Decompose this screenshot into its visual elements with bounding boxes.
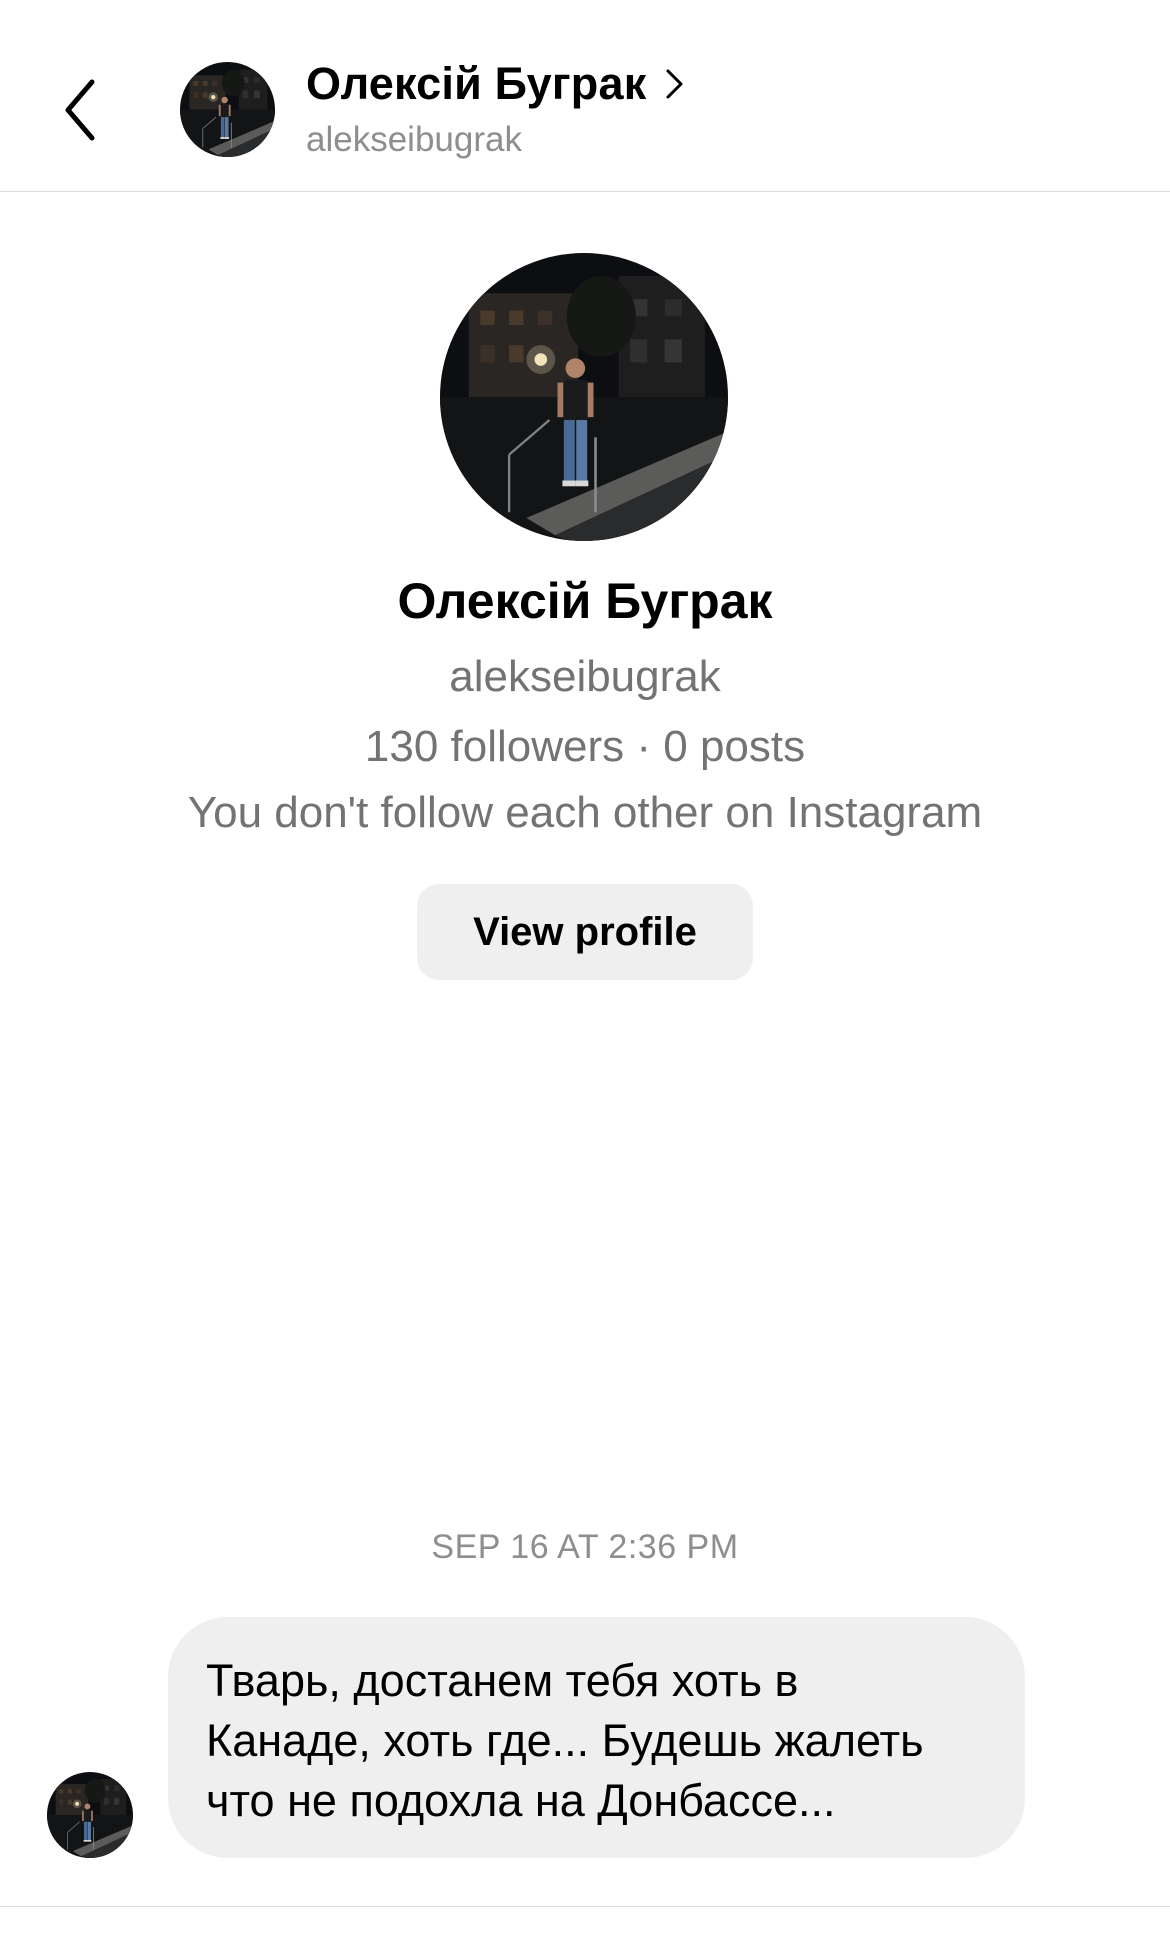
message-text: Тварь, достанем тебя хоть в Канаде, хоть… [206,1655,924,1826]
message-bubble[interactable]: Тварь, достанем тебя хоть в Канаде, хоть… [168,1617,1025,1858]
header-username: alekseibugrak [306,120,522,159]
back-button[interactable] [62,70,122,150]
header-name: Олексій Буграк [306,58,647,109]
message-timestamp: SEP 16 AT 2:36 PM [431,1528,739,1566]
avatar[interactable] [180,62,275,157]
chevron-right-icon [664,66,686,102]
profile-avatar [440,253,728,541]
sender-avatar[interactable] [47,1772,133,1858]
profile-stats: 130 followers · 0 posts [364,722,806,771]
chat-header: Олексій Буграк alekseibugrak [0,0,1170,192]
chevron-left-icon [65,79,95,141]
follow-status-note: You don't follow each other on Instagram [187,788,983,837]
profile-name: Олексій Буграк [397,573,773,629]
divider [0,1906,1170,1907]
view-profile-button[interactable]: View profile [417,884,753,980]
header-profile-link[interactable]: Олексій Буграк [306,58,686,110]
profile-username: alekseibugrak [449,652,721,701]
